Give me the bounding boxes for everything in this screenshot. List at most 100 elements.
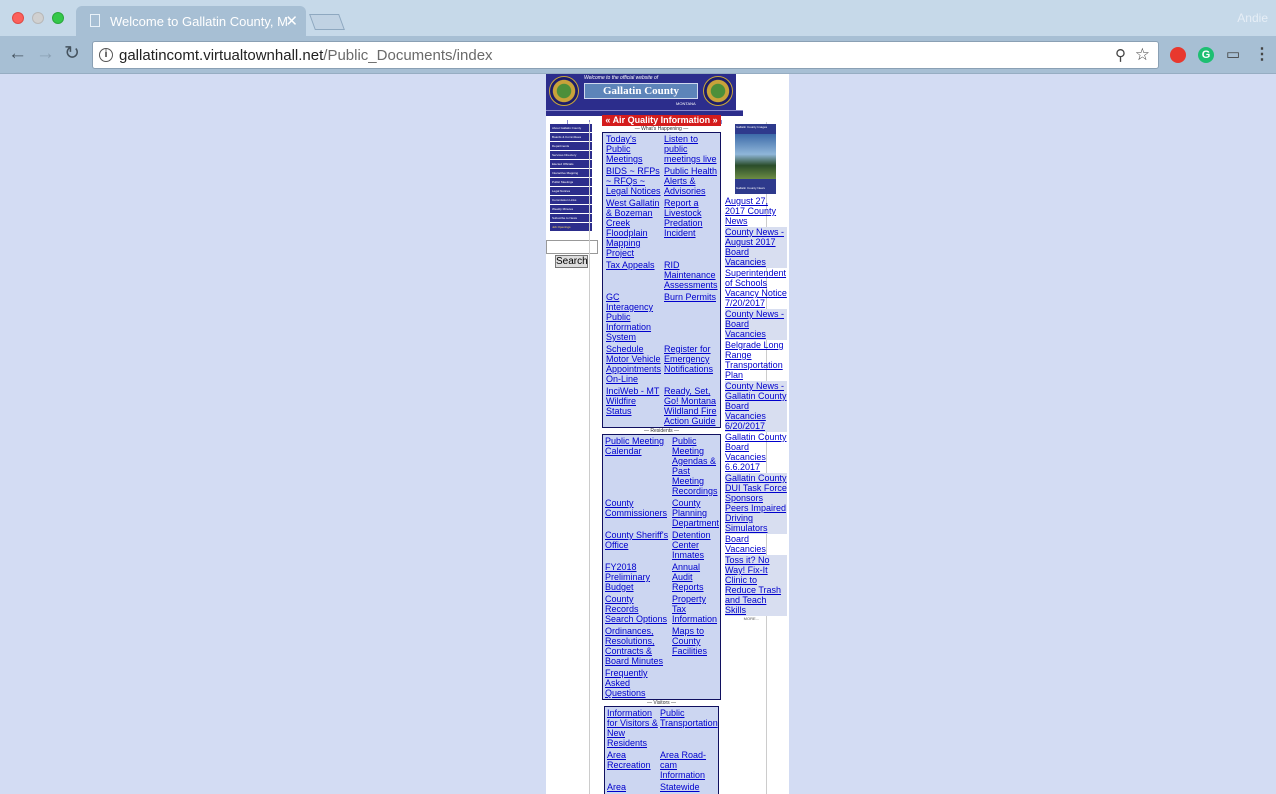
link[interactable]: Detention Center Inmates — [672, 530, 720, 560]
browser-tab-active[interactable]: Welcome to Gallatin County, M ✕ — [76, 6, 306, 36]
browser-menu-icon[interactable]: ⋮ — [1254, 44, 1270, 64]
news-item[interactable]: County News - Gallatin County Board Vaca… — [725, 381, 787, 432]
link[interactable]: Register for Emergency Notifications — [664, 344, 720, 374]
left-nav-item[interactable]: Boards & Committees — [550, 133, 592, 141]
link[interactable]: Ordinances, Resolutions, Contracts & Boa… — [605, 626, 669, 666]
left-nav-item[interactable]: Departments — [550, 142, 592, 150]
whats-happening-box: Today's Public Meetings Listen to public… — [602, 132, 721, 428]
column-divider — [589, 122, 590, 794]
left-nav-item[interactable]: About Gallatin County — [550, 124, 592, 132]
landscape-photo — [735, 134, 776, 179]
air-quality-banner[interactable]: « Air Quality Information » — [602, 115, 721, 126]
link[interactable]: FY2018 Preliminary Budget — [605, 562, 669, 592]
browser-toolbar: ← → ↻ i gallatincomt.virtualtownhall.net… — [0, 36, 1276, 74]
site-search-input[interactable] — [546, 240, 598, 254]
url-text[interactable]: gallatincomt.virtualtownhall.net/Public_… — [119, 47, 493, 64]
news-item[interactable]: Board Vacancies — [725, 534, 787, 555]
left-nav-item[interactable]: Services Directory — [550, 151, 592, 159]
link[interactable]: Public Health Alerts & Advisories — [664, 166, 720, 196]
link[interactable]: Today's Public Meetings — [606, 134, 661, 164]
news-column: August 27, 2017 County News County News … — [725, 196, 787, 621]
thumbnail-caption-bottom: Gallatin County News — [736, 186, 765, 190]
link[interactable]: Public Meeting Calendar — [605, 436, 669, 456]
montana-seal-right-icon — [703, 76, 733, 106]
site-banner[interactable]: Welcome to the official website of Galla… — [546, 74, 736, 110]
residents-box: Public Meeting Calendar Public Meeting A… — [602, 434, 721, 700]
bookmark-star-icon[interactable]: ☆ — [1135, 45, 1150, 65]
welcome-text: Welcome to the official website of — [584, 75, 659, 81]
back-arrow-icon[interactable]: ← — [8, 44, 27, 64]
web-page: Welcome to the official website of Galla… — [0, 74, 1276, 794]
state-label: MONTANA — [676, 101, 696, 106]
left-nav-item[interactable]: Interactive Mapping — [550, 169, 592, 177]
left-nav-item[interactable]: Elected Officials — [550, 160, 592, 168]
reload-icon[interactable]: ↻ — [64, 44, 80, 64]
news-item[interactable]: Superintendent of Schools Vacancy Notice… — [725, 268, 787, 309]
link[interactable]: Information for Visitors & New Residents — [607, 708, 659, 748]
news-item[interactable]: Gallatin County DUI Task Force Sponsors … — [725, 473, 787, 534]
link[interactable]: InciWeb - MT Wildfire Status — [606, 386, 661, 416]
left-nav-item[interactable]: Commission Links — [550, 196, 592, 204]
link[interactable]: Public Meeting Agendas & Past Meeting Re… — [672, 436, 720, 496]
info-icon[interactable]: i — [99, 48, 113, 62]
grammarly-extension-icon[interactable]: G — [1198, 47, 1214, 63]
thumbnail-caption-top: Gallatin County Images — [736, 125, 768, 129]
link[interactable]: Statewide — [660, 782, 720, 792]
link[interactable]: BIDS ~ RFPs ~ RFQs ~ Legal Notices — [606, 166, 661, 196]
forward-arrow-icon[interactable]: → — [36, 44, 55, 64]
link[interactable]: Maps to County Facilities — [672, 626, 720, 656]
link[interactable]: Report a Livestock Predation Incident — [664, 198, 720, 238]
left-nav-item[interactable]: Legal Notices — [550, 187, 592, 195]
link[interactable]: Area — [607, 782, 659, 792]
browser-tab-bar: Welcome to Gallatin County, M ✕ Andie — [0, 0, 1276, 36]
news-item[interactable]: County News - Board Vacancies — [725, 309, 787, 340]
cast-icon[interactable]: ▭ — [1226, 45, 1240, 63]
county-seal-left-icon — [549, 76, 579, 106]
link[interactable]: Area Recreation — [607, 750, 659, 770]
link[interactable]: Annual Audit Reports — [672, 562, 720, 592]
link[interactable]: GC Interagency Public Information System — [606, 292, 661, 342]
county-images-thumbnail[interactable]: Gallatin County Images Gallatin County N… — [735, 124, 776, 194]
adblock-extension-icon[interactable] — [1170, 47, 1186, 63]
link[interactable]: Schedule Motor Vehicle Appointments On-L… — [606, 344, 661, 384]
link[interactable]: Listen to public meetings live — [664, 134, 720, 164]
link[interactable]: RID Maintenance Assessments — [664, 260, 720, 290]
link[interactable]: Property Tax Information — [672, 594, 720, 624]
close-window-button[interactable] — [12, 12, 24, 24]
new-tab-button[interactable] — [309, 14, 345, 30]
search-button[interactable]: Search — [555, 255, 588, 268]
address-bar[interactable]: i gallatincomt.virtualtownhall.net/Publi… — [92, 41, 1159, 69]
link[interactable]: Public Transportation — [660, 708, 720, 728]
news-item[interactable]: Gallatin County Board Vacancies 6.6.2017 — [725, 432, 787, 473]
link[interactable]: West Gallatin & Bozeman Creek Floodplain… — [606, 198, 661, 258]
link[interactable]: Tax Appeals — [606, 260, 661, 270]
link[interactable]: Burn Permits — [664, 292, 720, 302]
left-nav: About Gallatin County Boards & Committee… — [550, 124, 592, 232]
document-icon — [90, 14, 100, 27]
tab-title: Welcome to Gallatin County, M — [110, 14, 288, 29]
link[interactable]: County Commissioners — [605, 498, 669, 518]
link[interactable]: Ready, Set, Go! Montana Wildland Fire Ac… — [664, 386, 720, 426]
link[interactable]: Frequently Asked Questions — [605, 668, 669, 698]
link[interactable]: County Planning Department — [672, 498, 720, 528]
site-container: Welcome to the official website of Galla… — [546, 74, 789, 794]
county-name-logo: Gallatin County — [584, 83, 698, 99]
link[interactable]: County Records Search Options — [605, 594, 669, 624]
left-nav-item[interactable]: Weekly Minutes — [550, 205, 592, 213]
close-tab-icon[interactable]: ✕ — [285, 12, 298, 30]
news-item[interactable]: Belgrade Long Range Transportation Plan — [725, 340, 787, 381]
maximize-window-button[interactable] — [52, 12, 64, 24]
link[interactable]: Area Road-cam Information — [660, 750, 720, 780]
left-nav-item[interactable]: Subscribe to News — [550, 214, 592, 222]
left-nav-item[interactable]: Public Meetings — [550, 178, 592, 186]
zoom-icon[interactable]: ⚲ — [1115, 46, 1126, 64]
profile-user-label[interactable]: Andie — [1237, 11, 1268, 25]
news-more-link[interactable]: MORE... — [725, 616, 787, 621]
left-nav-item[interactable]: Job Openings — [550, 223, 592, 231]
link[interactable]: County Sheriff's Office — [605, 530, 669, 550]
minimize-window-button[interactable] — [32, 12, 44, 24]
news-item[interactable]: August 27, 2017 County News — [725, 196, 787, 227]
news-item[interactable]: County News - August 2017 Board Vacancie… — [725, 227, 787, 268]
news-item[interactable]: Toss it? No Way! Fix-It Clinic to Reduce… — [725, 555, 787, 616]
visitors-box: Information for Visitors & New Residents… — [604, 706, 719, 794]
